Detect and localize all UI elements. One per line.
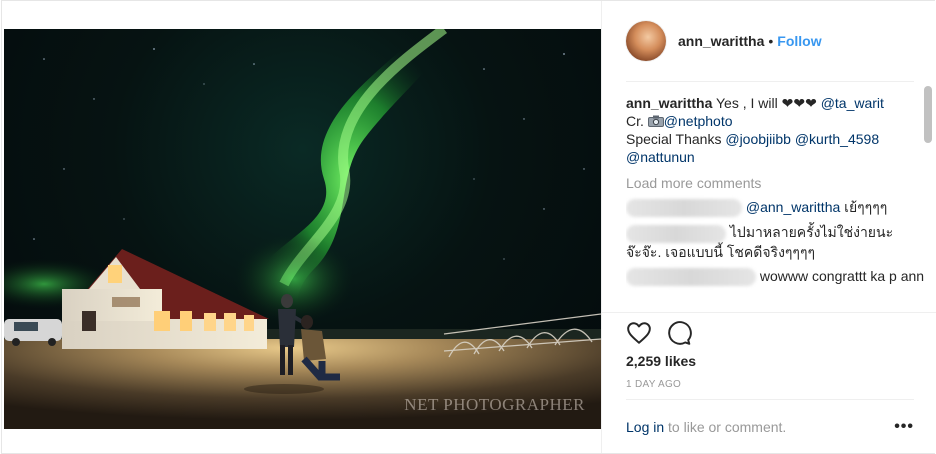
blurred-username <box>626 224 726 243</box>
heart-icon[interactable] <box>626 320 652 346</box>
blurred-username <box>626 267 756 286</box>
thanks-prefix: Special Thanks <box>626 131 726 147</box>
action-bar <box>626 320 706 346</box>
header-separator: • <box>768 33 774 49</box>
aurora-night-scene <box>4 29 601 429</box>
comments-scrollbar[interactable] <box>924 86 932 143</box>
divider <box>626 399 914 400</box>
comment-text: จ๊ะจ๊ะ. เจอแบบนี้ โชคดีจริงๆๆๆๆ <box>626 243 815 260</box>
comment-item: wowww congrattt ka p ann <box>626 267 926 286</box>
avatar[interactable] <box>626 21 666 61</box>
comment-icon[interactable] <box>666 320 692 346</box>
credit-prefix: Cr. <box>626 113 648 129</box>
comment-item: ไปมาหลายครั้งไม่ใช่ง่ายนะ จ๊ะจ๊ะ. เจอแบบ… <box>626 223 926 260</box>
blurred-username <box>626 199 742 218</box>
login-link[interactable]: Log in <box>626 419 664 435</box>
mention-link[interactable]: @ann_warittha <box>746 199 840 215</box>
post-photo[interactable]: NET PHOTOGRAPHER <box>4 29 601 429</box>
comment-item: @ann_warittha เย้ๆๆๆๆ <box>626 198 926 218</box>
mention-link[interactable]: @joobjiibb <box>725 131 791 147</box>
comment-text: เย้ๆๆๆๆ <box>840 199 888 215</box>
mention-link[interactable]: @netphoto <box>664 113 733 129</box>
mention-link[interactable]: @kurth_4598 <box>795 131 879 147</box>
post-header: ann_warittha • Follow <box>602 1 936 81</box>
divider <box>602 312 936 313</box>
instagram-post: NET PHOTOGRAPHER ann_warittha • Follow a… <box>1 0 936 454</box>
mention-link[interactable]: @ta_warit <box>821 95 884 111</box>
caption: ann_warittha Yes , I will ❤❤❤ @ta_warit … <box>626 94 926 166</box>
caption-username[interactable]: ann_warittha <box>626 95 712 111</box>
load-more-comments-button[interactable]: Load more comments <box>626 174 926 192</box>
photo-watermark: NET PHOTOGRAPHER <box>404 395 585 414</box>
follow-button[interactable]: Follow <box>777 33 821 49</box>
header-username[interactable]: ann_warittha <box>678 33 764 49</box>
more-options-button[interactable]: ••• <box>894 418 914 436</box>
caption-text: Yes , I will ❤❤❤ <box>712 95 821 111</box>
post-timestamp[interactable]: 1 DAY AGO <box>626 379 681 390</box>
comments-list[interactable]: ann_warittha Yes , I will ❤❤❤ @ta_warit … <box>626 82 926 312</box>
comment-text: ไปมาหลายครั้งไม่ใช่ง่ายนะ <box>729 224 894 241</box>
likes-count[interactable]: 2,259 likes <box>626 353 696 369</box>
comment-text: wowww congrattt ka p ann <box>759 267 925 284</box>
camera-icon <box>647 113 664 129</box>
login-prompt-text: to like or comment. <box>664 419 787 435</box>
post-sidebar: ann_warittha • Follow ann_warittha Yes ,… <box>601 1 936 453</box>
login-prompt: Log in to like or comment. ••• <box>626 416 914 438</box>
mention-link[interactable]: @nattunun <box>626 149 695 165</box>
